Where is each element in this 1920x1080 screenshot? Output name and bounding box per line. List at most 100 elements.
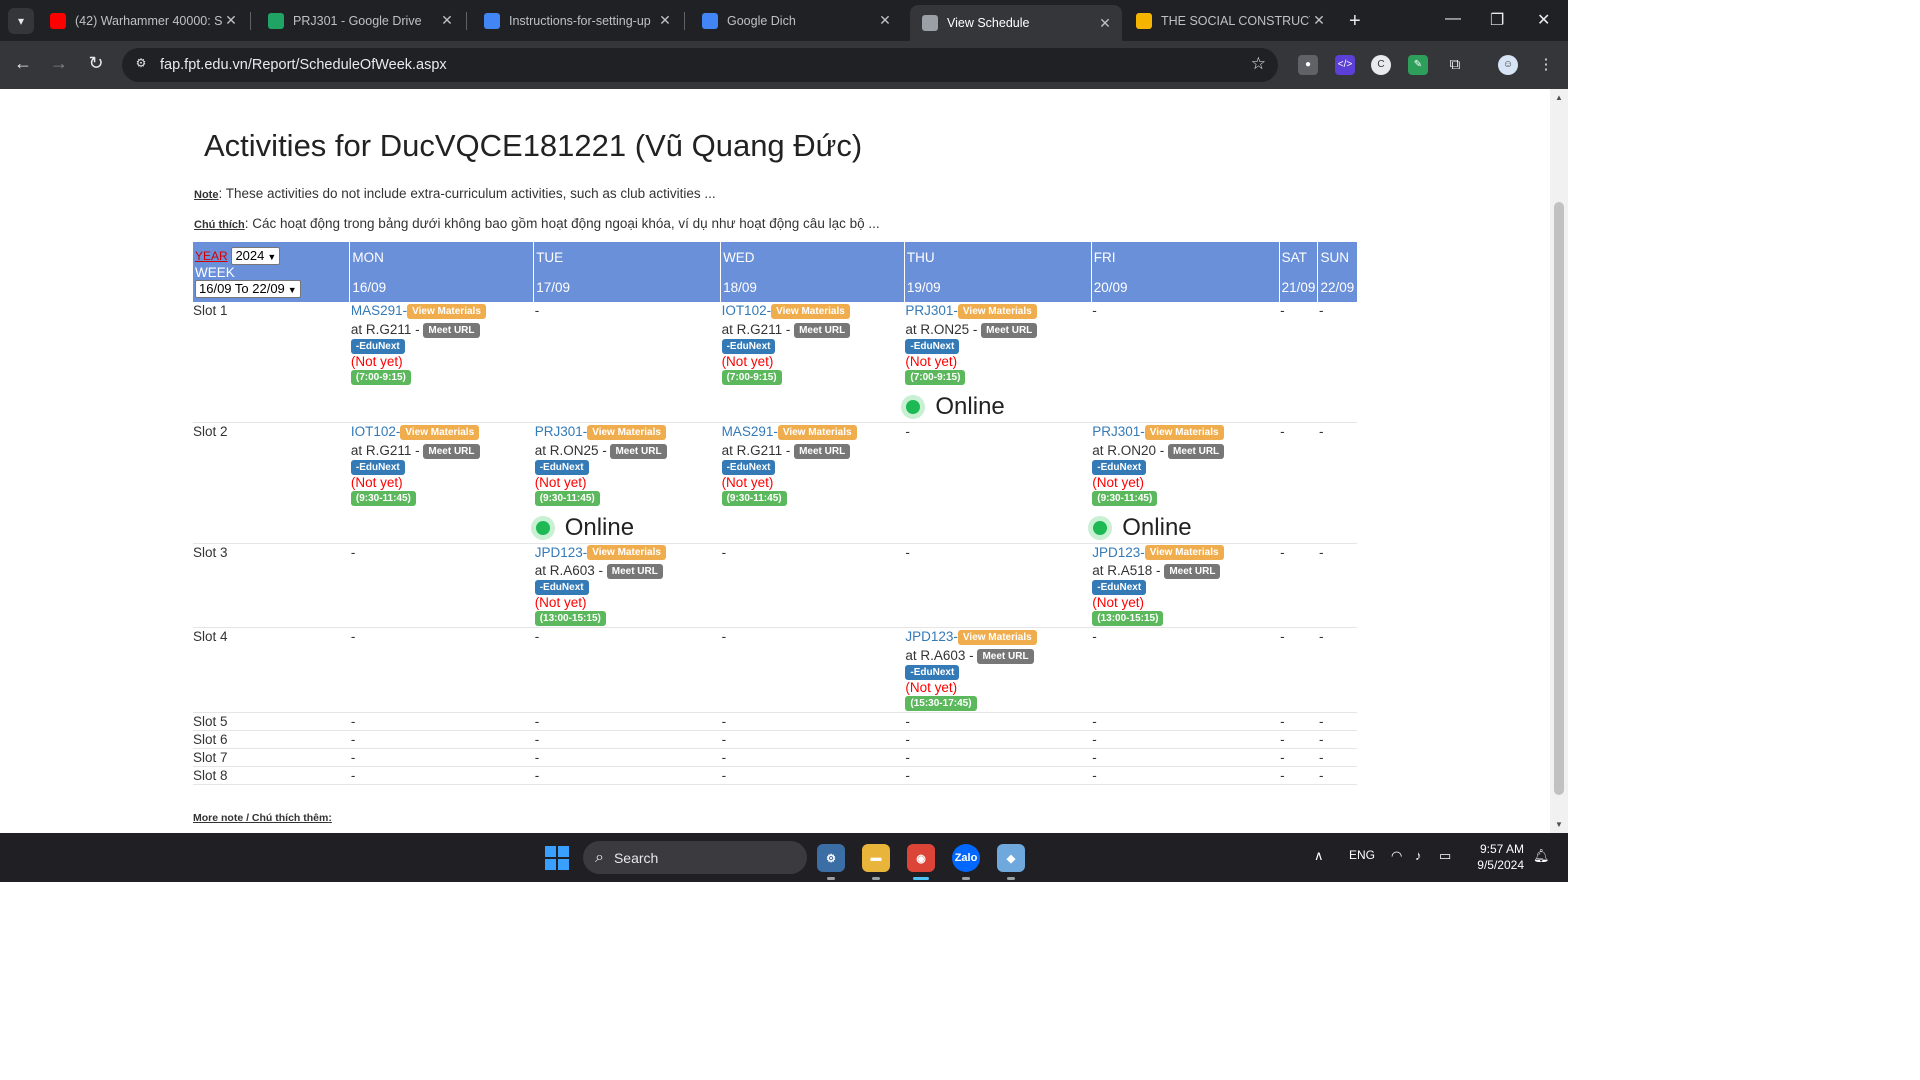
course-link[interactable]: PRJ301-	[535, 424, 588, 439]
meet-url-button[interactable]: Meet URL	[1164, 564, 1221, 580]
view-materials-button[interactable]: View Materials	[771, 303, 850, 319]
zalo-app-icon[interactable]: Zalo	[952, 844, 980, 872]
view-materials-button[interactable]: View Materials	[777, 424, 857, 440]
extension-c-icon[interactable]: C	[1371, 55, 1391, 75]
volume-icon[interactable]: ♪	[1415, 848, 1422, 863]
meet-url-button[interactable]: Meet URL	[423, 322, 480, 338]
edunext-button[interactable]: -EduNext	[534, 580, 589, 596]
view-materials-button[interactable]: View Materials	[1144, 424, 1224, 440]
edunext-button[interactable]: -EduNext	[1092, 580, 1147, 596]
scrollbar-thumb[interactable]	[1554, 202, 1564, 795]
edunext-button[interactable]: -EduNext	[905, 338, 960, 354]
view-materials-button[interactable]: View Materials	[587, 424, 666, 440]
taskbar-clock[interactable]: 9:57 AM 9/5/2024	[1470, 841, 1524, 873]
view-materials-button[interactable]: View Materials	[957, 630, 1037, 646]
meet-url-button[interactable]: Meet URL	[981, 322, 1038, 338]
notification-bell-icon[interactable]: 🔔︎	[1533, 848, 1550, 864]
meet-url-button[interactable]: Meet URL	[977, 649, 1034, 665]
tab-close-icon[interactable]: ✕	[1310, 12, 1328, 29]
note-vn-label: Chú thích	[194, 219, 245, 231]
input-language[interactable]: ENG	[1349, 848, 1375, 862]
battery-icon[interactable]: ▭	[1439, 848, 1451, 864]
course-link[interactable]: MAS291-	[722, 424, 778, 439]
restore-icon[interactable]: ❐	[1490, 10, 1504, 30]
edunext-button[interactable]: -EduNext	[1092, 459, 1147, 475]
course-link[interactable]: JPD123-	[1092, 545, 1145, 560]
settings-app-icon[interactable]: ⚙	[817, 844, 845, 872]
meet-url-button[interactable]: Meet URL	[1168, 443, 1225, 459]
tab-search-button[interactable]: ▾	[8, 8, 34, 34]
browser-tab[interactable]: Instructions-for-setting-up ✕	[472, 6, 682, 35]
scroll-up-icon[interactable]: ▲	[1555, 93, 1563, 102]
extension-code-icon[interactable]: </>	[1335, 55, 1355, 75]
meet-url-button[interactable]: Meet URL	[794, 443, 851, 459]
extension-pen-icon[interactable]: ✎	[1408, 55, 1428, 75]
bookmark-star-icon[interactable]: ☆	[1251, 54, 1266, 74]
edunext-button[interactable]: -EduNext	[905, 665, 960, 681]
course-link[interactable]: PRJ301-	[1092, 424, 1145, 439]
course-link[interactable]: JPD123-	[905, 629, 958, 644]
windows-start-icon[interactable]	[545, 846, 569, 870]
course-link[interactable]: IOT102-	[351, 424, 401, 439]
view-materials-button[interactable]: View Materials	[407, 303, 486, 319]
site-info-icon[interactable]: ⚙	[132, 56, 150, 74]
tray-overflow-icon[interactable]: ∧	[1314, 848, 1324, 864]
taskbar-search-box[interactable]: ⌕ Search	[583, 841, 807, 874]
back-icon[interactable]: ←	[11, 53, 35, 74]
scroll-down-icon[interactable]: ▼	[1555, 820, 1563, 829]
chrome-app-icon[interactable]: ◉	[907, 844, 935, 872]
address-bar[interactable]: ⚙ fap.fpt.edu.vn/Report/ScheduleOfWeek.a…	[122, 48, 1278, 82]
view-materials-button[interactable]: View Materials	[587, 545, 666, 561]
new-tab-button[interactable]: +	[1349, 10, 1361, 33]
edunext-button[interactable]: -EduNext	[350, 338, 405, 354]
file-explorer-icon[interactable]: ▬	[862, 844, 890, 872]
extensions-puzzle-icon[interactable]: ⧉	[1445, 55, 1465, 75]
meet-url-button[interactable]: Meet URL	[794, 322, 851, 338]
week-select[interactable]: 16/09 To 22/09 ▼	[195, 279, 301, 298]
room-text: at R.ON25 -	[534, 442, 611, 458]
browser-tab[interactable]: PRJ301 - Google Drive ✕	[256, 6, 464, 35]
tab-close-icon[interactable]: ✕	[876, 12, 894, 29]
date-header: 20/09	[1090, 272, 1280, 302]
browser-tab[interactable]: View Schedule ✕	[910, 5, 1122, 41]
tab-close-icon[interactable]: ✕	[1096, 15, 1114, 32]
browser-tab-bar: ▾ (42) Warhammer 40000: Sp ✕ PRJ301 - Goog…	[0, 0, 1568, 41]
browser-tab[interactable]: (42) Warhammer 40000: Sp ✕	[38, 6, 248, 35]
tab-close-icon[interactable]: ✕	[656, 12, 674, 29]
edunext-button[interactable]: -EduNext	[721, 459, 776, 475]
meet-url-button[interactable]: Meet URL	[606, 564, 663, 580]
browser-tab[interactable]: THE SOCIAL CONSTRUCTIV✕	[1124, 6, 1336, 35]
more-note-link[interactable]: More note / Chú thích thêm:	[193, 812, 332, 824]
extension-robot-icon[interactable]: ●	[1298, 55, 1318, 75]
meet-url-button[interactable]: Meet URL	[423, 443, 480, 459]
page-scrollbar[interactable]: ▲ ▼	[1550, 89, 1568, 833]
tab-separator	[684, 12, 685, 30]
view-materials-button[interactable]: View Materials	[1144, 545, 1224, 561]
tab-close-icon[interactable]: ✕	[438, 12, 456, 29]
meet-url-button[interactable]: Meet URL	[610, 443, 667, 459]
course-link[interactable]: MAS291-	[351, 303, 407, 318]
activity-time-line: (7:00-9:15)	[905, 369, 1090, 385]
wifi-icon[interactable]: ◠	[1391, 848, 1402, 864]
tab-close-icon[interactable]: ✕	[222, 12, 240, 29]
course-link[interactable]: JPD123-	[535, 545, 588, 560]
browser-tab[interactable]: Google Dich ✕	[690, 6, 902, 35]
forward-icon[interactable]: →	[47, 53, 71, 74]
schedule-cell: -	[533, 748, 721, 767]
url-text[interactable]: fap.fpt.edu.vn/Report/ScheduleOfWeek.asp…	[160, 57, 447, 73]
edunext-button[interactable]: -EduNext	[534, 459, 589, 475]
browser-menu-icon[interactable]: ⋮	[1536, 55, 1556, 75]
course-link[interactable]: IOT102-	[722, 303, 772, 318]
empty-cell-dash: -	[1318, 768, 1324, 783]
profile-avatar-icon[interactable]: ☺	[1498, 55, 1518, 75]
view-materials-button[interactable]: View Materials	[957, 303, 1037, 319]
reload-icon[interactable]: ↻	[84, 53, 108, 74]
window-close-icon[interactable]: ✕	[1537, 10, 1550, 30]
year-select[interactable]: 2024 ▼	[231, 246, 281, 265]
edunext-button[interactable]: -EduNext	[721, 338, 776, 354]
cube-app-icon[interactable]: ◆	[997, 844, 1025, 872]
edunext-button[interactable]: -EduNext	[350, 459, 405, 475]
course-link[interactable]: PRJ301-	[905, 303, 958, 318]
minimize-icon[interactable]: —	[1445, 10, 1461, 28]
view-materials-button[interactable]: View Materials	[400, 424, 480, 440]
